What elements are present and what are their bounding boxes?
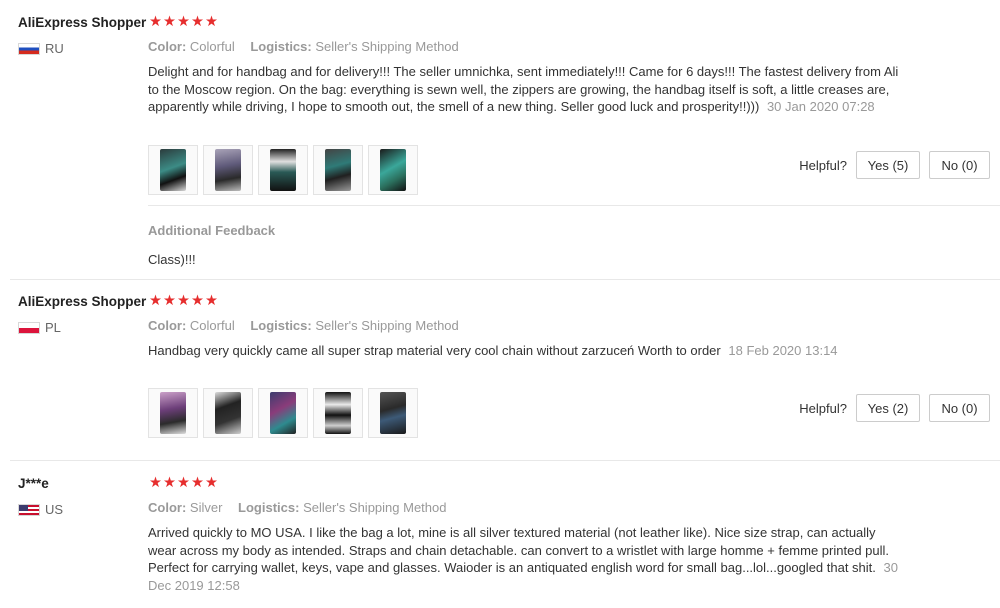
review-photo-thumbnail[interactable] [148,145,198,195]
review-photos [148,388,418,438]
review-photo-thumbnail[interactable] [368,388,418,438]
helpful-vote-group: Helpful? Yes (2) No (0) [799,394,990,422]
order-info: Color: Colorful Logistics: Seller's Ship… [148,39,459,54]
divider [148,205,1000,206]
country-code: RU [45,41,64,56]
helpful-no-button[interactable]: No (0) [929,151,990,179]
review-photo-thumbnail[interactable] [313,145,363,195]
helpful-vote-group: Helpful? Yes (5) No (0) [799,151,990,179]
review-photo-thumbnail[interactable] [148,388,198,438]
reviewer-name: AliExpress Shopper [18,294,147,309]
color-value: Colorful [189,39,235,54]
logistics-label: Logistics: [238,500,300,515]
helpful-no-button[interactable]: No (0) [929,394,990,422]
logistics-value: Seller's Shipping Method [303,500,447,515]
review-photo-thumbnail[interactable] [368,145,418,195]
logistics-label: Logistics: [250,39,312,54]
additional-feedback-label: Additional Feedback [148,223,276,238]
review-text-block: Handbag very quickly came all super stra… [148,342,868,360]
helpful-label: Helpful? [799,400,847,416]
review-date: 18 Feb 2020 13:14 [728,343,838,358]
usa-flag-icon [18,503,40,516]
review-photo-thumbnail[interactable] [203,145,253,195]
review-text: Arrived quickly to MO USA. I like the ba… [148,525,890,575]
additional-feedback-text: Class)!!! [148,252,196,267]
country-code: PL [45,320,61,335]
reviewer-country: PL [18,320,61,335]
review-text: Handbag very quickly came all super stra… [148,343,721,358]
review-text-block: Arrived quickly to MO USA. I like the ba… [148,524,900,594]
color-label: Color: [148,500,187,515]
star-rating: ★★★★★ [149,475,219,491]
reviewer-country: US [18,502,63,517]
review-text-block: Delight and for handbag and for delivery… [148,63,900,116]
review-divider [10,279,1000,280]
reviewer-country: RU [18,41,64,56]
logistics-value: Seller's Shipping Method [315,318,459,333]
reviewer-name: J***e [18,476,49,491]
color-label: Color: [148,39,187,54]
review-photo-thumbnail[interactable] [258,145,308,195]
review-date: 30 Jan 2020 07:28 [766,99,875,114]
star-rating: ★★★★★ [149,293,219,309]
color-value: Colorful [189,318,235,333]
order-info: Color: Colorful Logistics: Seller's Ship… [148,318,459,333]
star-rating: ★★★★★ [149,14,219,30]
color-label: Color: [148,318,187,333]
review-photo-thumbnail[interactable] [313,388,363,438]
review-photo-thumbnail[interactable] [203,388,253,438]
russia-flag-icon [18,42,40,55]
helpful-yes-button[interactable]: Yes (2) [856,394,920,422]
review-divider [10,460,1000,461]
color-value: Silver [189,500,223,515]
logistics-value: Seller's Shipping Method [315,39,459,54]
helpful-label: Helpful? [799,157,847,173]
country-code: US [45,502,64,517]
review-photo-thumbnail[interactable] [258,388,308,438]
review-photos [148,145,418,195]
order-info: Color: Silver Logistics: Seller's Shippi… [148,500,446,515]
poland-flag-icon [18,321,40,334]
logistics-label: Logistics: [250,318,312,333]
helpful-yes-button[interactable]: Yes (5) [856,151,920,179]
reviewer-name: AliExpress Shopper [18,15,147,30]
